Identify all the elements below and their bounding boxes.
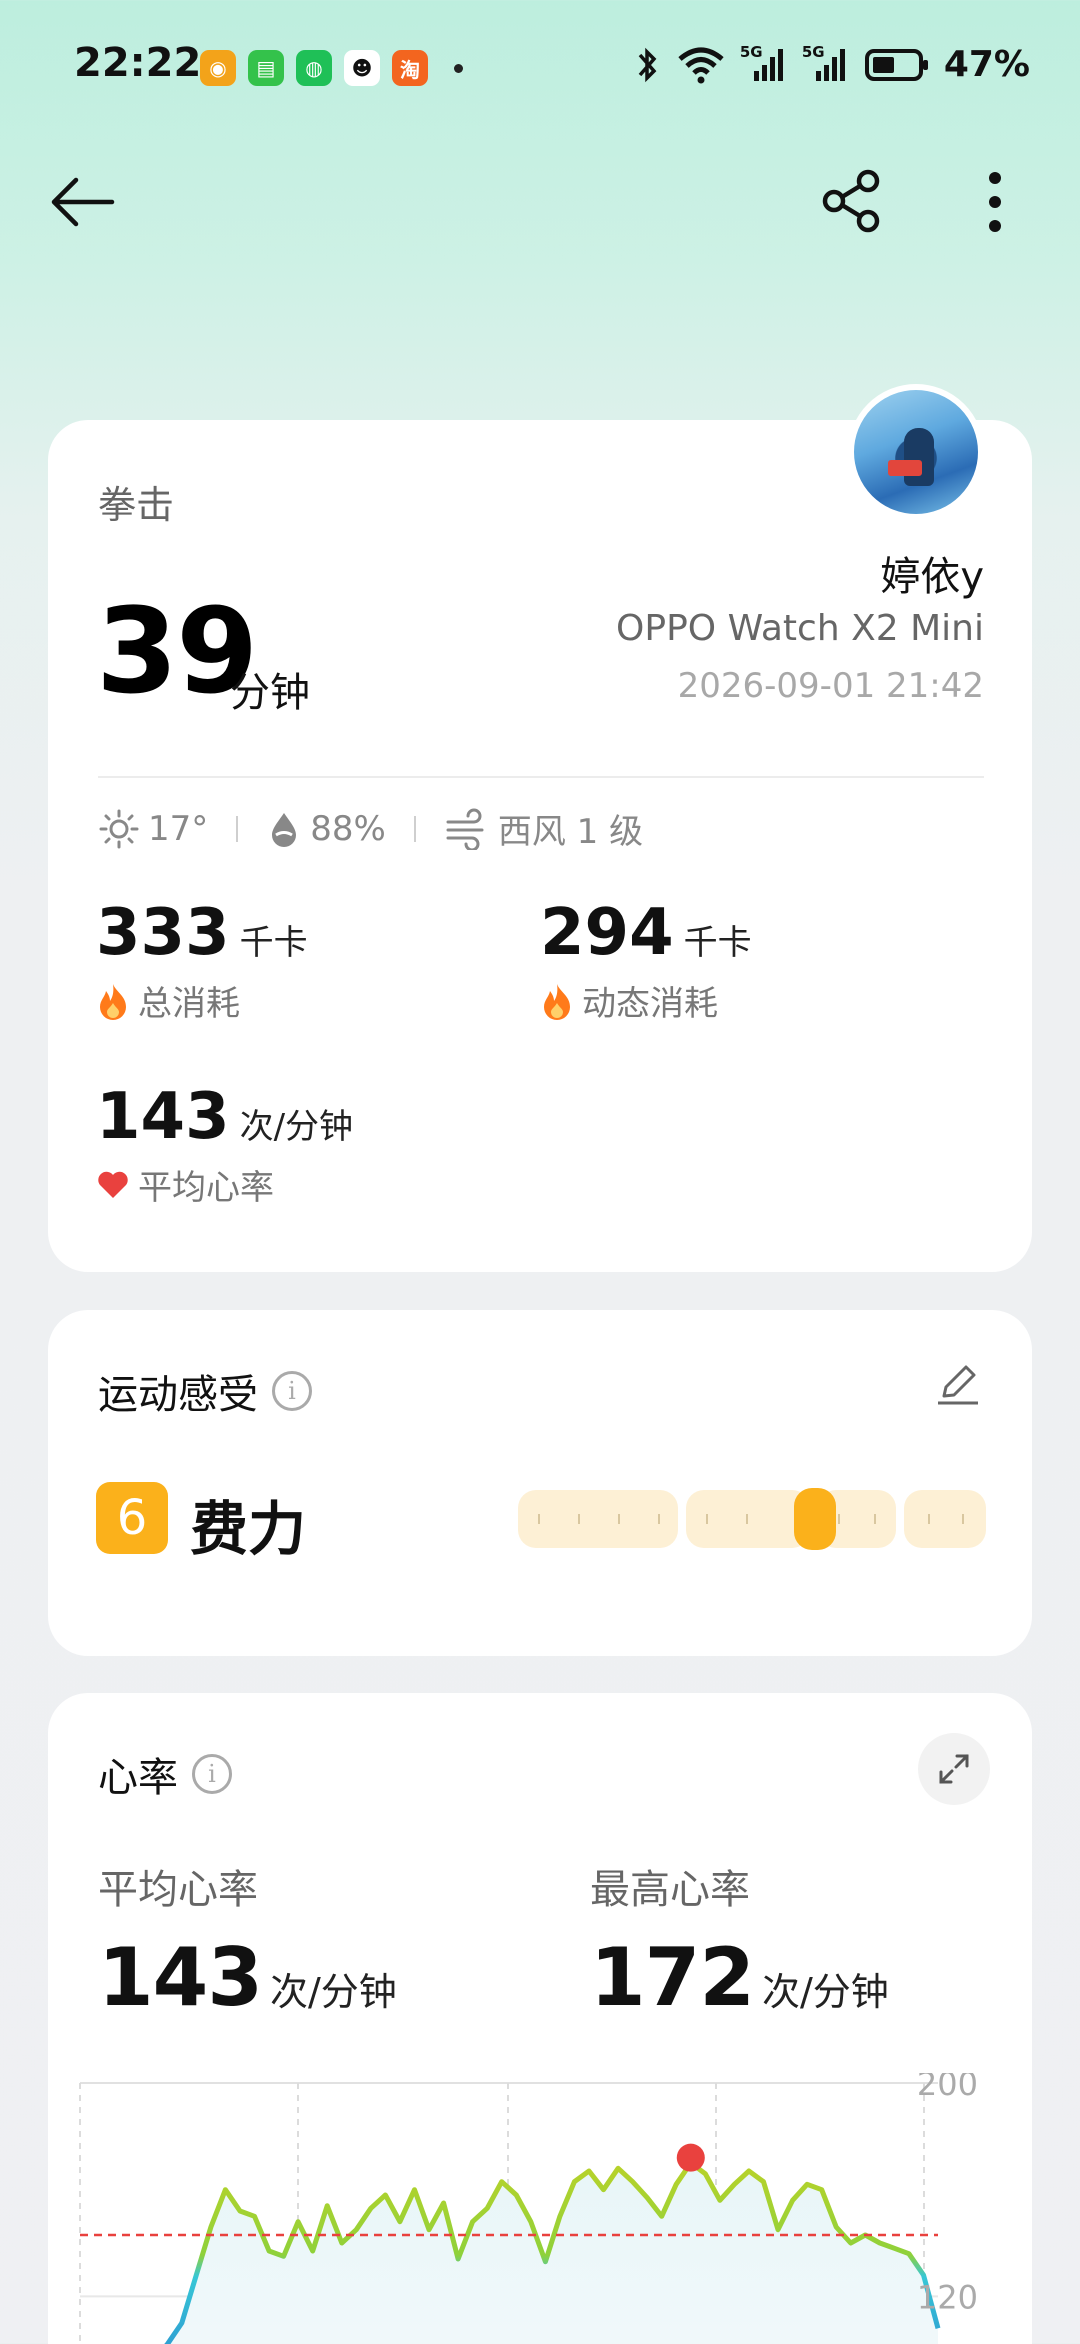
status-bar: 22:22 ◉ ▤ ◍ ☻ 淘 5G 5G 47% <box>0 0 1080 140</box>
feeling-title-row: 运动感受 i <box>98 1362 312 1420</box>
temperature: 17° <box>148 808 209 849</box>
feeling-title: 运动感受 <box>98 1372 258 1418</box>
back-arrow-icon[interactable] <box>50 166 120 236</box>
battery-percent: 47% <box>943 44 1030 85</box>
max-heart-rate-point <box>676 2143 705 2172</box>
heart-icon <box>98 1171 128 1198</box>
network-type-sim1: 5G <box>739 42 763 61</box>
active-calories-stat: 294 千卡 动态消耗 <box>540 896 752 1025</box>
expand-icon <box>939 1754 969 1784</box>
wifi-icon <box>678 47 724 83</box>
flame-icon <box>544 983 570 1020</box>
avg-heart-rate-value: 143 <box>98 1931 263 2024</box>
avg-heart-rate-unit: 次/分钟 <box>239 1107 354 1147</box>
y-tick-label: 200 <box>917 2073 978 2103</box>
active-calories-value: 294 <box>540 896 674 970</box>
sport-type: 拳击 <box>98 483 175 527</box>
avg-heart-rate-unit: 次/分钟 <box>270 1970 397 2014</box>
edit-icon[interactable] <box>934 1360 982 1408</box>
sun-icon <box>99 809 139 848</box>
user-name: 婷依y <box>880 554 984 600</box>
notification-icons: ◉ ▤ ◍ ☻ 淘 <box>200 50 463 86</box>
wechat-icon: ◍ <box>296 50 332 86</box>
signal-sim1-icon: 5G <box>739 42 788 85</box>
more-notifications-dot <box>454 63 463 73</box>
effort-level-badge: 6 <box>96 1482 168 1554</box>
more-options-icon[interactable] <box>960 166 1030 236</box>
wind: 西风 1 级 <box>497 812 644 852</box>
total-calories-label: 总消耗 <box>138 984 240 1024</box>
max-heart-rate-value: 172 <box>590 1931 755 2024</box>
active-calories-label: 动态消耗 <box>582 984 718 1024</box>
info-icon[interactable]: i <box>192 1754 232 1794</box>
taobao-icon: 淘 <box>392 50 428 86</box>
humidity-icon <box>272 812 297 847</box>
divider <box>98 776 984 778</box>
top-nav <box>0 160 1080 240</box>
status-time: 22:22 <box>74 40 202 86</box>
heart-rate-chart[interactable]: 200 120 <box>48 2073 1032 2344</box>
avg-heart-rate-label: 平均心率 <box>138 1168 274 1208</box>
effort-scale-segment <box>686 1490 810 1548</box>
active-calories-unit: 千卡 <box>683 923 752 963</box>
wind-icon <box>446 808 484 850</box>
heart-rate-card: 心率 i 平均心率 143 次/分钟 最高心率 172 次/分钟 200 120 <box>48 1693 1032 2344</box>
total-calories-value: 333 <box>96 896 230 970</box>
total-calories-stat: 333 千卡 总消耗 <box>96 896 308 1025</box>
flame-icon <box>100 983 126 1020</box>
qq-icon: ☻ <box>344 50 380 86</box>
separator <box>413 815 416 842</box>
max-heart-rate-unit: 次/分钟 <box>762 1970 889 2014</box>
exercise-feeling-card: 运动感受 i 6 费力 <box>48 1310 1032 1656</box>
avg-heart-rate-block: 平均心率 143 次/分钟 <box>98 1857 397 2024</box>
max-heart-rate-label: 最高心率 <box>590 1867 750 1913</box>
heart-rate-title: 心率 <box>98 1755 178 1801</box>
weather-row: 17° 88% 西风 1 级 <box>98 804 643 853</box>
info-icon[interactable]: i <box>272 1371 312 1411</box>
battery-icon <box>864 48 928 81</box>
humidity: 88% <box>310 808 386 849</box>
effort-scale-segment <box>518 1490 678 1548</box>
messages-icon: ▤ <box>248 50 284 86</box>
avg-heart-rate-label: 平均心率 <box>98 1867 258 1913</box>
effort-scale[interactable] <box>518 1488 986 1550</box>
effort-scale-segment <box>904 1490 986 1548</box>
expand-button[interactable] <box>918 1733 990 1805</box>
separator <box>236 815 239 842</box>
weibo-icon: ◉ <box>200 50 236 86</box>
y-tick-label: 120 <box>917 2278 978 2316</box>
effort-label: 费力 <box>190 1495 307 1563</box>
max-heart-rate-block: 最高心率 172 次/分钟 <box>590 1857 889 2024</box>
workout-summary-card[interactable]: 拳击 婷依y OPPO Watch X2 Mini 2026-09-01 21:… <box>48 384 1032 1272</box>
total-calories-unit: 千卡 <box>239 923 308 963</box>
device-name: OPPO Watch X2 Mini <box>616 608 984 649</box>
bluetooth-icon <box>638 47 657 82</box>
share-icon[interactable] <box>818 166 888 236</box>
avatar[interactable] <box>848 384 984 520</box>
system-indicators: 5G 5G 47% <box>632 42 1030 85</box>
network-type-sim2: 5G <box>801 42 825 61</box>
heart-rate-title-row: 心率 i <box>98 1745 232 1803</box>
effort-slider-knob[interactable] <box>794 1488 837 1550</box>
signal-sim2-icon: 5G <box>801 42 850 85</box>
avg-heart-rate-value: 143 <box>96 1080 230 1154</box>
avg-heart-rate-stat: 143 次/分钟 平均心率 <box>96 1080 353 1209</box>
workout-datetime: 2026-09-01 21:42 <box>677 666 984 706</box>
duration-unit: 分钟 <box>230 670 310 716</box>
